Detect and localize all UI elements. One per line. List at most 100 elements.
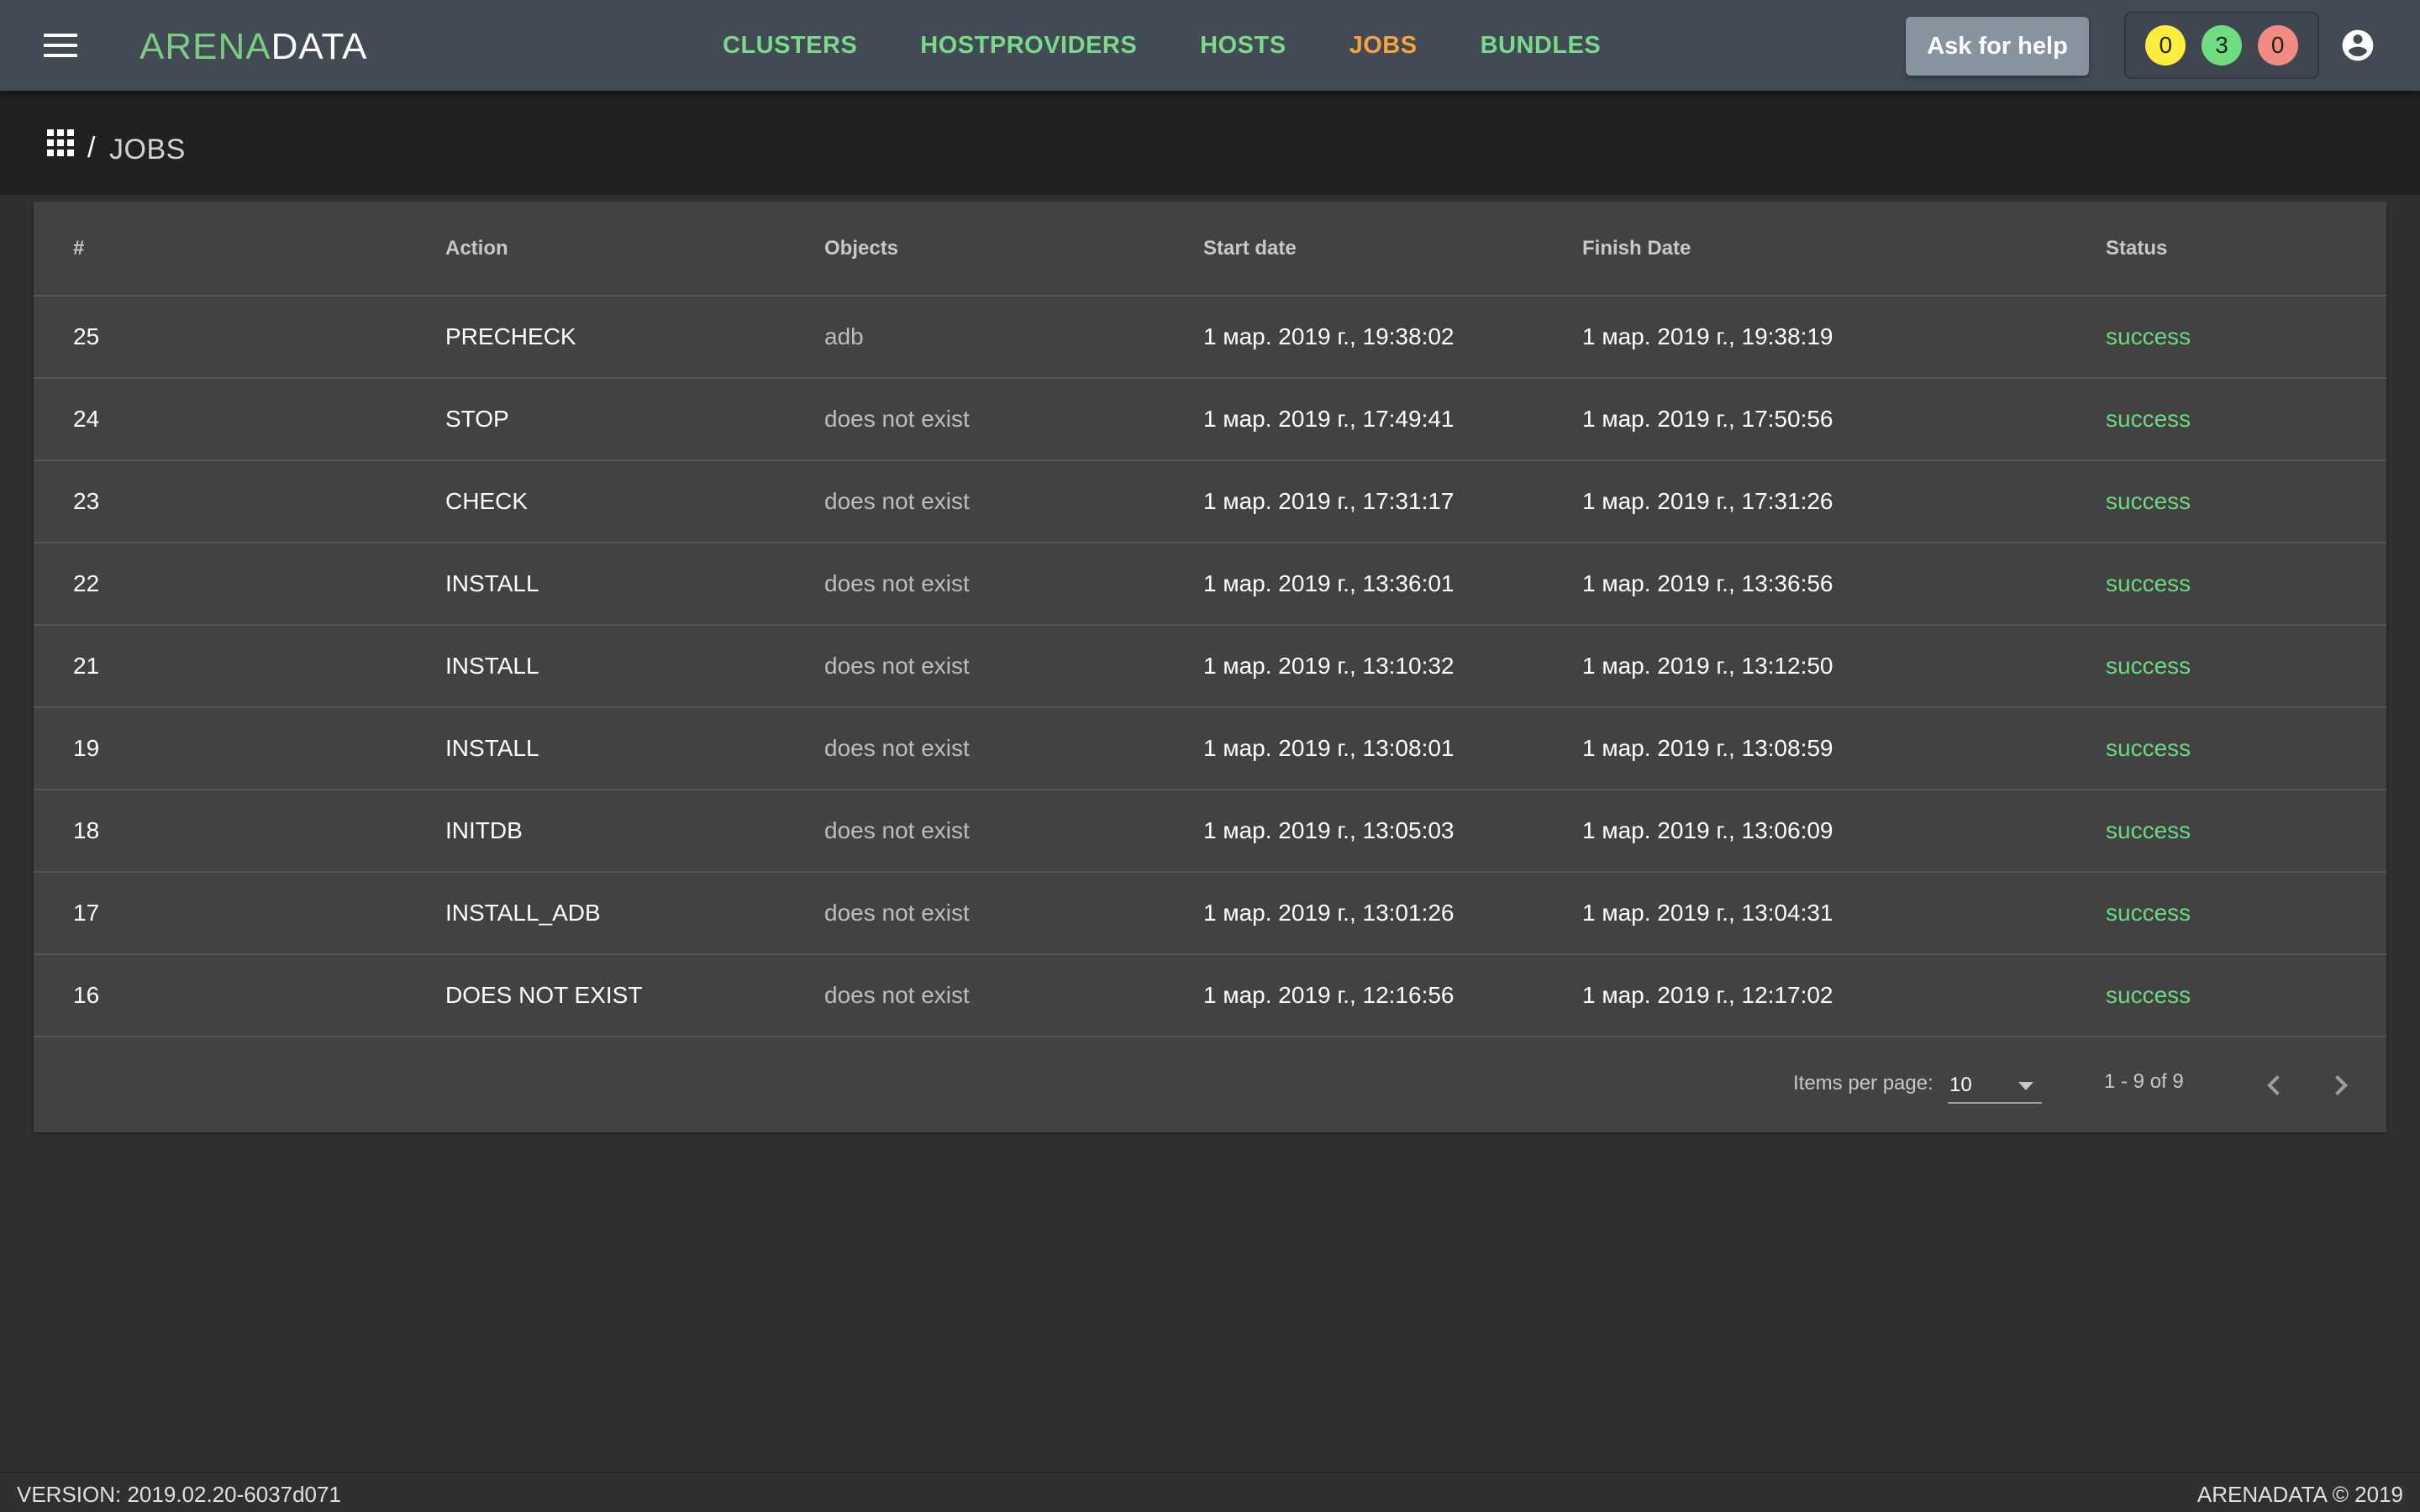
cell-status[interactable]: success (2106, 378, 2386, 461)
nav-bundles[interactable]: BUNDLES (1481, 32, 1602, 60)
cell-objects: does not exist (824, 707, 1203, 790)
cell-id: 19 (34, 707, 445, 790)
table-row[interactable]: 21 INSTALL does not exist 1 мар. 2019 г.… (34, 625, 2386, 708)
column-header-objects[interactable]: Objects (824, 202, 1203, 297)
cell-status[interactable]: success (2106, 954, 2386, 1037)
cell-id: 22 (34, 543, 445, 626)
cell-start-date: 1 мар. 2019 г., 19:38:02 (1203, 296, 1582, 379)
cell-action: INSTALL (445, 707, 824, 790)
cell-action: INSTALL_ADB (445, 872, 824, 955)
nav-clusters[interactable]: CLUSTERS (723, 32, 857, 60)
counter-success[interactable]: 3 (2201, 25, 2242, 66)
cell-id: 23 (34, 460, 445, 543)
cell-id: 24 (34, 378, 445, 461)
cell-finish-date: 1 мар. 2019 г., 17:31:26 (1582, 460, 2106, 543)
cell-status[interactable]: success (2106, 296, 2386, 379)
cell-objects: does not exist (824, 872, 1203, 955)
main-nav: CLUSTERS HOSTPROVIDERS HOSTS JOBS BUNDLE… (723, 0, 1664, 91)
chevron-right-icon[interactable] (2321, 1065, 2361, 1105)
items-per-page-label: Items per page: (1793, 1072, 1933, 1095)
column-header-id[interactable]: # (34, 202, 445, 297)
cell-status[interactable]: success (2106, 543, 2386, 626)
cell-action: STOP (445, 378, 824, 461)
cell-status[interactable]: success (2106, 625, 2386, 708)
cell-status[interactable]: success (2106, 790, 2386, 873)
chevron-left-icon[interactable] (2254, 1065, 2294, 1105)
table-row[interactable]: 22 INSTALL does not exist 1 мар. 2019 г.… (34, 543, 2386, 626)
cell-start-date: 1 мар. 2019 г., 17:49:41 (1203, 378, 1582, 461)
copyright-label: ARENADATA © 2019 (2196, 1482, 2403, 1507)
cell-finish-date: 1 мар. 2019 г., 13:12:50 (1582, 625, 2106, 708)
cell-id: 17 (34, 872, 445, 955)
cell-start-date: 1 мар. 2019 г., 13:01:26 (1203, 872, 1582, 955)
logo[interactable]: ARENADATA (139, 25, 367, 69)
counter-pending[interactable]: 0 (2145, 25, 2186, 66)
cell-finish-date: 1 мар. 2019 г., 13:06:09 (1582, 790, 2106, 873)
cell-id: 25 (34, 296, 445, 379)
nav-jobs[interactable]: JOBS (1349, 32, 1418, 60)
cell-finish-date: 1 мар. 2019 г., 12:17:02 (1582, 954, 2106, 1037)
cell-action: INSTALL (445, 625, 824, 708)
cell-objects[interactable]: adb (824, 296, 1203, 379)
table-row[interactable]: 24 STOP does not exist 1 мар. 2019 г., 1… (34, 378, 2386, 461)
cell-objects: does not exist (824, 543, 1203, 626)
cell-finish-date: 1 мар. 2019 г., 13:08:59 (1582, 707, 2106, 790)
column-header-status[interactable]: Status (2106, 202, 2386, 297)
cell-objects: does not exist (824, 460, 1203, 543)
table-row[interactable]: 19 INSTALL does not exist 1 мар. 2019 г.… (34, 707, 2386, 790)
cell-objects: does not exist (824, 378, 1203, 461)
cell-start-date: 1 мар. 2019 г., 13:05:03 (1203, 790, 1582, 873)
cell-action: CHECK (445, 460, 824, 543)
breadcrumb: / JOBS (0, 91, 2420, 195)
counter-failed[interactable]: 0 (2257, 25, 2298, 66)
table-header-row: # Action Objects Start date Finish Date … (34, 202, 2386, 297)
ask-for-help-button[interactable]: Ask for help (1906, 17, 2089, 76)
column-header-start-date[interactable]: Start date (1203, 202, 1582, 297)
cell-start-date: 1 мар. 2019 г., 13:36:01 (1203, 543, 1582, 626)
task-counters: 0 3 0 (2124, 12, 2319, 79)
cell-status[interactable]: success (2106, 460, 2386, 543)
cell-start-date: 1 мар. 2019 г., 13:10:32 (1203, 625, 1582, 708)
cell-objects: does not exist (824, 954, 1203, 1037)
jobs-table-card: # Action Objects Start date Finish Date … (34, 202, 2386, 1132)
items-per-page-select[interactable]: 10 (1948, 1062, 2042, 1104)
cell-finish-date: 1 мар. 2019 г., 13:36:56 (1582, 543, 2106, 626)
cell-id: 18 (34, 790, 445, 873)
account-circle-icon[interactable] (2339, 27, 2376, 64)
paginator: Items per page: 10 1 - 9 of 9 (34, 1038, 2386, 1132)
table-row[interactable]: 23 CHECK does not exist 1 мар. 2019 г., … (34, 460, 2386, 543)
cell-status[interactable]: success (2106, 707, 2386, 790)
cell-start-date: 1 мар. 2019 г., 13:08:01 (1203, 707, 1582, 790)
cell-finish-date: 1 мар. 2019 г., 19:38:19 (1582, 296, 2106, 379)
dropdown-arrow-icon (2018, 1082, 2033, 1090)
menu-icon[interactable] (40, 29, 81, 62)
table-row[interactable]: 17 INSTALL_ADB does not exist 1 мар. 201… (34, 872, 2386, 955)
cell-objects: does not exist (824, 625, 1203, 708)
cell-action: INITDB (445, 790, 824, 873)
logo-part-arena: ARENA (139, 26, 271, 67)
cell-status[interactable]: success (2106, 872, 2386, 955)
table-row[interactable]: 16 DOES NOT EXIST does not exist 1 мар. … (34, 954, 2386, 1037)
nav-hostproviders[interactable]: HOSTPROVIDERS (920, 32, 1137, 60)
items-per-page-value: 10 (1949, 1074, 1972, 1096)
cell-action: INSTALL (445, 543, 824, 626)
page-range-label: 1 - 9 of 9 (2104, 1070, 2184, 1093)
column-header-action[interactable]: Action (445, 202, 824, 297)
cell-finish-date: 1 мар. 2019 г., 17:50:56 (1582, 378, 2106, 461)
top-toolbar: ARENADATA CLUSTERS HOSTPROVIDERS HOSTS J… (0, 0, 2420, 91)
apps-grid-icon[interactable] (47, 129, 74, 156)
jobs-table: # Action Objects Start date Finish Date … (34, 202, 2386, 1037)
cell-objects: does not exist (824, 790, 1203, 873)
version-label: VERSION: 2019.02.20-6037d071 (17, 1482, 341, 1507)
table-row[interactable]: 18 INITDB does not exist 1 мар. 2019 г.,… (34, 790, 2386, 873)
table-row[interactable]: 25 PRECHECK adb 1 мар. 2019 г., 19:38:02… (34, 296, 2386, 379)
cell-action: DOES NOT EXIST (445, 954, 824, 1037)
cell-action: PRECHECK (445, 296, 824, 379)
breadcrumb-current: JOBS (109, 134, 186, 165)
cell-start-date: 1 мар. 2019 г., 12:16:56 (1203, 954, 1582, 1037)
column-header-finish-date[interactable]: Finish Date (1582, 202, 2106, 297)
breadcrumb-separator: / (87, 132, 96, 164)
nav-hosts[interactable]: HOSTS (1200, 32, 1286, 60)
logo-part-data: DATA (271, 26, 368, 67)
cell-id: 21 (34, 625, 445, 708)
